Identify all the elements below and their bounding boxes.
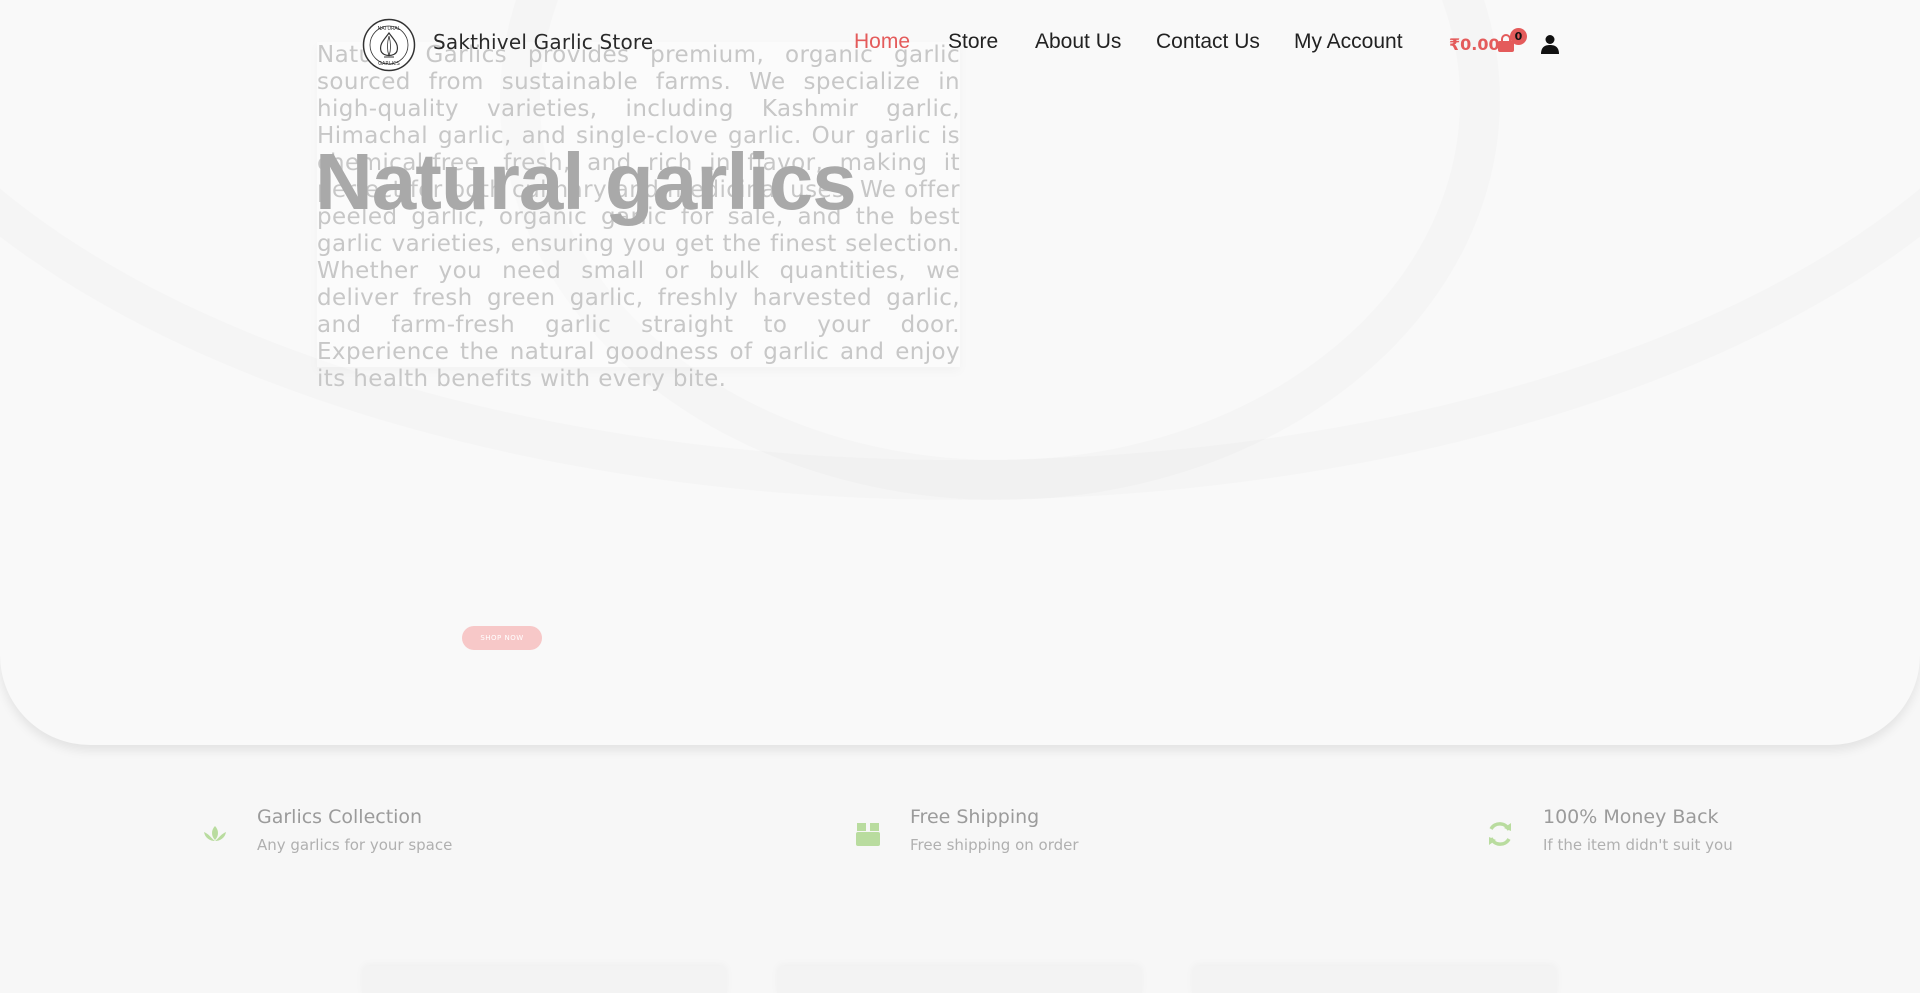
brand-name[interactable]: Sakthivel Garlic Store — [433, 30, 653, 54]
nav-about-us[interactable]: About Us — [1035, 30, 1121, 54]
lotus-icon — [204, 826, 226, 841]
cart-count-badge: 0 — [1510, 28, 1527, 45]
feature-free-shipping: Free Shipping Free shipping on order — [910, 806, 1079, 854]
feature-title: 100% Money Back — [1543, 806, 1719, 828]
hero-section: Natural Garlics provides premium, organi… — [0, 0, 1920, 745]
product-card[interactable] — [777, 966, 1142, 993]
nav-contact-us[interactable]: Contact Us — [1156, 30, 1260, 54]
box-icon — [856, 823, 880, 846]
product-card[interactable] — [1192, 966, 1557, 993]
feature-garlics-collection: Garlics Collection Any garlics for your … — [257, 806, 452, 854]
nav-my-account[interactable]: My Account — [1294, 30, 1403, 54]
feature-money-back: 100% Money Back If the item didn't suit … — [1543, 806, 1733, 854]
user-account-icon[interactable] — [1541, 34, 1559, 54]
feature-title: Free Shipping — [910, 806, 1040, 828]
site-header: NATURAL GARLICS Sakthivel Garlic Store H… — [0, 0, 1920, 90]
product-card[interactable] — [362, 966, 727, 993]
refresh-icon — [1489, 822, 1511, 846]
cart-total[interactable]: ₹0.00 — [1449, 35, 1500, 54]
shop-now-button[interactable]: shop now — [462, 626, 542, 650]
nav-store[interactable]: Store — [948, 30, 998, 54]
feature-subtitle: Any garlics for your space — [257, 836, 453, 854]
svg-text:NATURAL: NATURAL — [378, 26, 401, 32]
feature-subtitle: If the item didn't suit you — [1543, 836, 1733, 854]
feature-title: Garlics Collection — [257, 806, 423, 828]
svg-text:GARLICS: GARLICS — [378, 61, 400, 67]
natural-garlics-logo-icon[interactable]: NATURAL GARLICS — [362, 18, 416, 72]
hero-title: Natural garlics — [315, 137, 857, 226]
feature-subtitle: Free shipping on order — [910, 836, 1079, 854]
nav-home[interactable]: Home — [854, 30, 910, 54]
